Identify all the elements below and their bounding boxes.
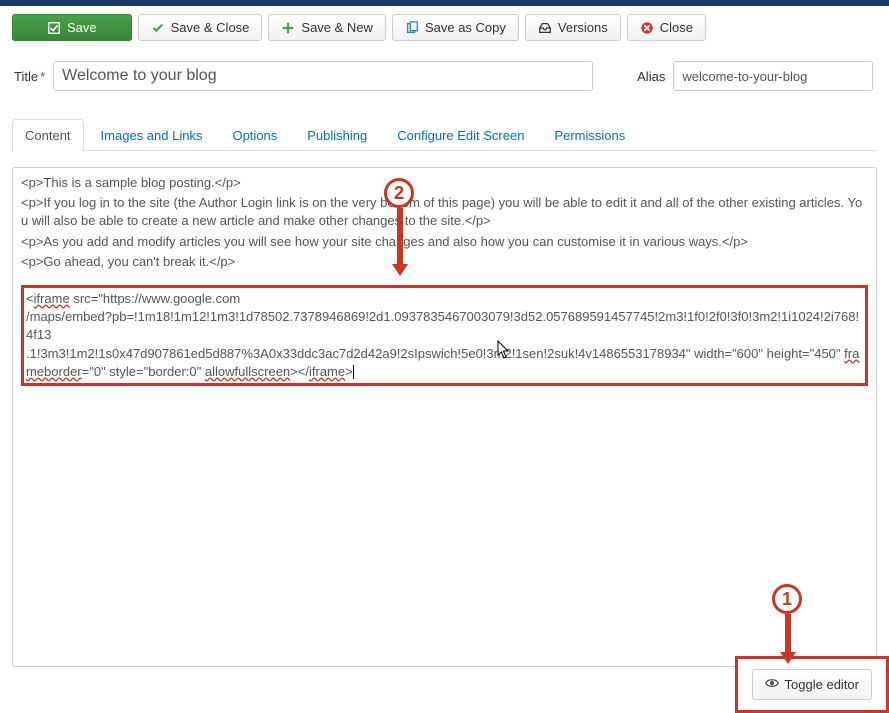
toggle-editor-button[interactable]: Toggle editor [752,669,872,700]
callout-one: 1 [772,584,802,614]
text-caret [353,365,354,379]
editor-textarea[interactable]: <p>This is a sample blog posting.</p> <p… [12,167,877,667]
editor-line: <p>Go ahead, you can't break it.</p> [21,253,868,271]
required-asterisk: * [40,69,45,84]
save-label: Save [67,20,97,35]
tab-images-links[interactable]: Images and Links [88,119,216,151]
toggle-editor-label: Toggle editor [785,677,859,692]
tab-permissions[interactable]: Permissions [541,119,638,151]
tab-content[interactable]: Content [12,119,84,151]
check-icon [47,21,61,35]
close-icon [640,21,654,35]
tabs-nav: Content Images and Links Options Publish… [12,119,877,151]
title-input[interactable] [53,61,593,91]
toggle-editor-highlight-box: Toggle editor [735,656,889,713]
versions-button[interactable]: Versions [525,14,621,41]
drawer-icon [538,21,552,35]
tab-options[interactable]: Options [219,119,290,151]
close-button[interactable]: Close [627,14,706,41]
tab-configure-edit-screen[interactable]: Configure Edit Screen [384,119,537,151]
save-button[interactable]: Save [12,14,132,41]
versions-label: Versions [558,20,608,35]
save-close-button[interactable]: Save & Close [138,14,263,41]
save-close-label: Save & Close [171,20,250,35]
plus-icon [281,21,295,35]
mouse-cursor-icon [497,340,511,360]
editor-line: <p>This is a sample blog posting.</p> [21,174,868,192]
callout-two: 2 [384,178,414,208]
save-new-label: Save & New [301,20,373,35]
save-new-button[interactable]: Save & New [268,14,386,41]
action-toolbar: Save Save & Close Save & New Save as Cop… [0,6,889,47]
copy-icon [405,21,419,35]
save-copy-button[interactable]: Save as Copy [392,14,519,41]
alias-label: Alias [637,69,665,84]
tab-publishing[interactable]: Publishing [294,119,380,151]
editor-line: <p>As you add and modify articles you wi… [21,233,868,251]
title-label: Title* [14,69,45,84]
iframe-highlight-box: <iframe src="https://www.google.com /map… [21,285,868,386]
alias-input[interactable] [673,61,873,91]
eye-icon [765,676,779,693]
callout-one-arrow [785,614,791,654]
editor-line: <p>If you log in to the site (the Author… [21,194,868,230]
title-row: Title* Alias [0,47,889,97]
check-icon [151,21,165,35]
close-label: Close [660,20,693,35]
callout-two-arrow [397,208,403,266]
save-copy-label: Save as Copy [425,20,506,35]
